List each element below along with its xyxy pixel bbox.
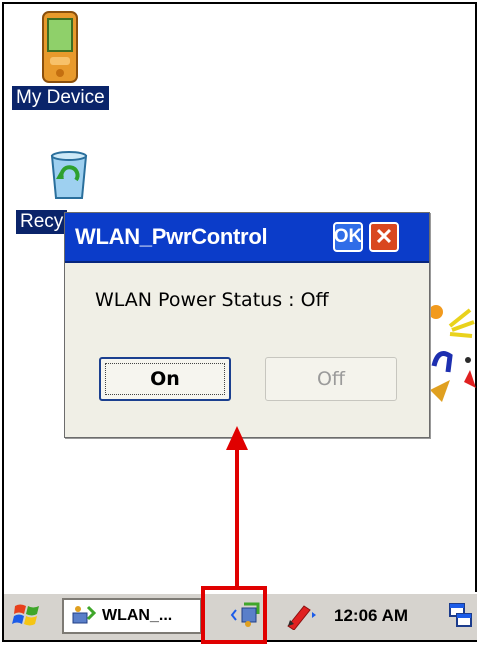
wlan-app-icon <box>72 605 96 624</box>
pda-icon <box>42 11 79 83</box>
annotation-highlight-box <box>201 586 267 644</box>
dialog-titlebar[interactable]: WLAN_PwrControl OK ✕ <box>65 213 429 263</box>
show-desktop-icon[interactable] <box>448 600 474 630</box>
close-button[interactable]: ✕ <box>369 222 399 252</box>
taskbar-item-label: WLAN_... <box>102 607 173 624</box>
off-button[interactable]: Off <box>265 357 397 401</box>
clock[interactable]: 12:06 AM <box>334 606 408 626</box>
start-windows-flag-icon[interactable] <box>12 600 42 630</box>
ok-button[interactable]: OK <box>333 222 363 252</box>
my-device-shortcut[interactable]: My Device <box>12 10 109 110</box>
on-button[interactable]: On <box>99 357 231 401</box>
my-device-label: My Device <box>12 86 109 110</box>
close-icon: ✕ <box>374 224 394 249</box>
input-panel-pen-icon[interactable] <box>284 600 318 630</box>
dialog-title: WLAN_PwrControl <box>75 224 268 249</box>
recycle-bin-label: Recy <box>16 210 68 234</box>
off-button-label: Off <box>316 368 346 390</box>
taskbar-item-wlan[interactable]: WLAN_... <box>62 598 202 634</box>
wlan-status-text: WLAN Power Status : Off <box>95 289 329 311</box>
focus-ring <box>105 363 225 395</box>
wlan-dialog: WLAN_PwrControl OK ✕ WLAN Power Status :… <box>64 212 430 438</box>
recycle-bin-icon <box>50 151 88 199</box>
